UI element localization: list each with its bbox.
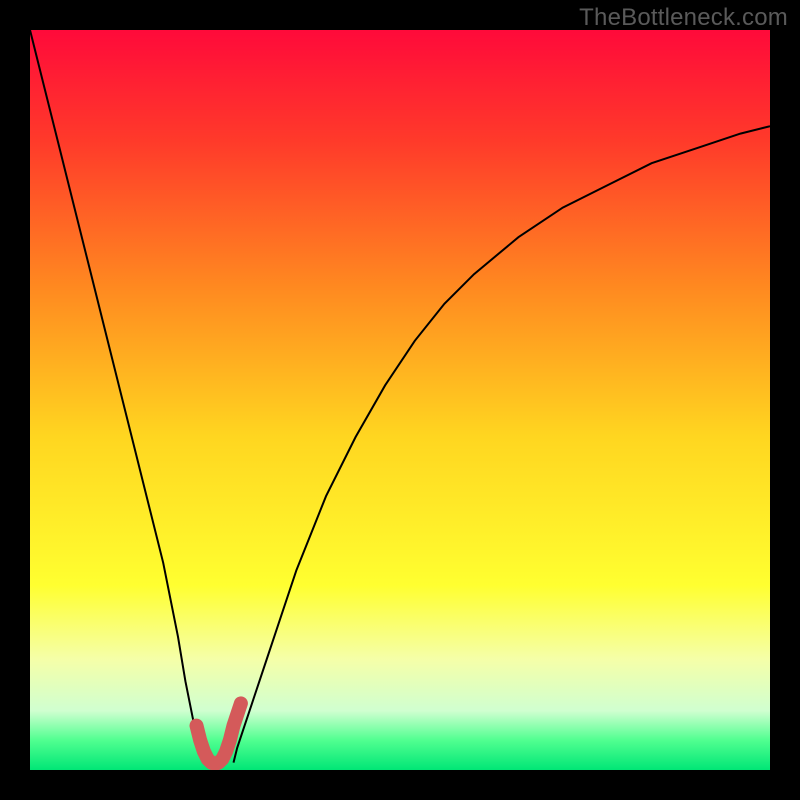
gradient-background: [30, 30, 770, 770]
plot-area: [30, 30, 770, 770]
plot-svg: [30, 30, 770, 770]
chart-container: TheBottleneck.com: [0, 0, 800, 800]
watermark-text: TheBottleneck.com: [579, 4, 788, 32]
